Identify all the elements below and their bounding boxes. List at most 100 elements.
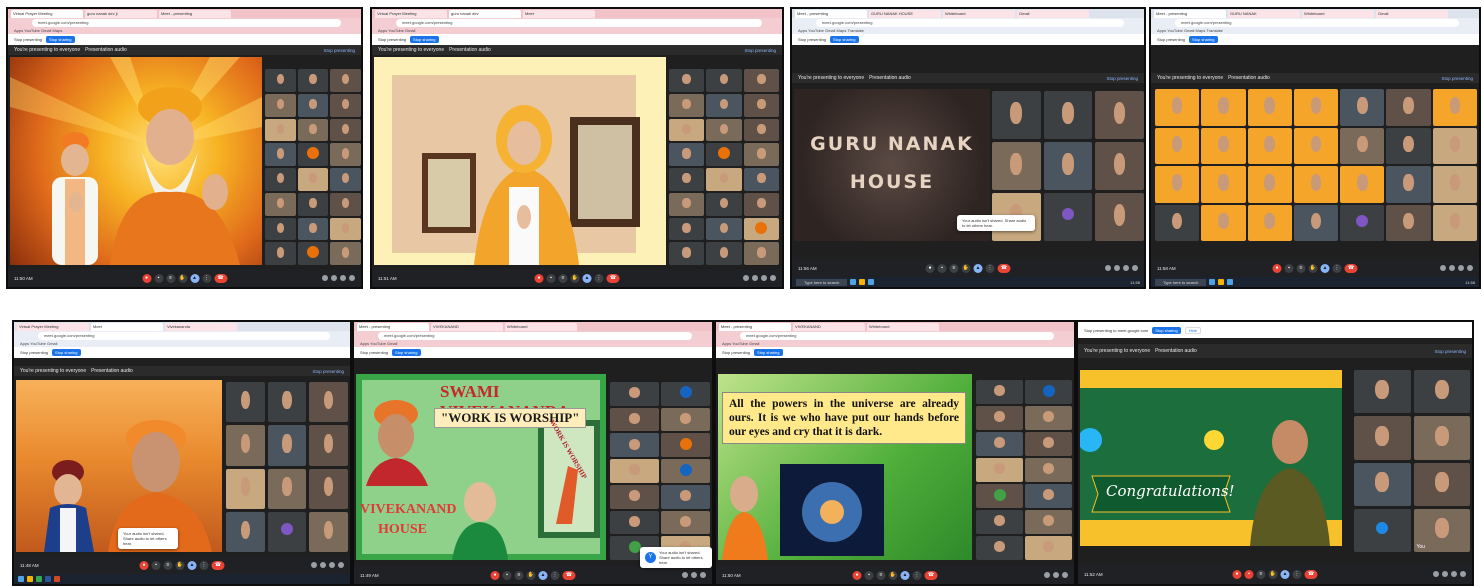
participant-tile[interactable] xyxy=(297,118,329,142)
stop-presenting-button[interactable]: Stop presenting xyxy=(323,48,355,53)
participant-tile[interactable] xyxy=(1386,166,1431,203)
present-icon[interactable]: ▲ xyxy=(900,570,910,580)
participant-tile[interactable] xyxy=(330,242,361,265)
participant-tile[interactable] xyxy=(992,91,1041,139)
info-icon[interactable] xyxy=(311,562,317,568)
stop-sharing-button[interactable]: Stop sharing xyxy=(410,36,439,43)
edge-icon[interactable] xyxy=(868,279,875,285)
raise-hand-icon[interactable]: ✋ xyxy=(570,273,580,283)
self-view-tile[interactable]: You xyxy=(1413,508,1470,552)
participant-tile[interactable] xyxy=(1340,89,1385,126)
participant-tile[interactable] xyxy=(1386,89,1431,126)
address-bar[interactable]: meet.google.com/presenting xyxy=(816,19,1124,27)
activities-icon[interactable] xyxy=(349,275,355,281)
participant-tile[interactable] xyxy=(743,118,779,142)
end-call-icon[interactable]: ☎ xyxy=(606,273,620,283)
participant-tile[interactable] xyxy=(669,242,705,265)
participant-tile[interactable] xyxy=(669,192,705,216)
participant-tile[interactable] xyxy=(976,432,1023,456)
participant-tile[interactable] xyxy=(297,217,329,241)
raise-hand-icon[interactable]: ✋ xyxy=(1308,263,1318,273)
participant-tile[interactable] xyxy=(1247,89,1292,126)
participant-tile[interactable] xyxy=(976,510,1023,534)
end-call-icon[interactable]: ☎ xyxy=(211,560,225,570)
more-options-icon[interactable]: ⋮ xyxy=(912,570,922,580)
present-icon[interactable]: ▲ xyxy=(1320,263,1330,273)
info-icon[interactable] xyxy=(1440,265,1446,271)
captions-icon[interactable]: ≡ xyxy=(876,570,886,580)
browser-tab[interactable]: Meet - presenting xyxy=(357,323,429,331)
browser-tab[interactable]: Whiteboard xyxy=(505,323,577,331)
file-explorer-icon[interactable] xyxy=(850,279,857,285)
people-icon[interactable] xyxy=(1114,265,1120,271)
participant-tile[interactable] xyxy=(297,93,329,117)
activities-icon[interactable] xyxy=(1460,571,1466,577)
browser-tab[interactable]: guru nanak dev xyxy=(449,10,521,18)
file-explorer-icon[interactable] xyxy=(27,576,33,582)
participant-tile[interactable] xyxy=(976,458,1023,482)
participant-tile[interactable] xyxy=(1340,127,1385,164)
participant-tile[interactable] xyxy=(976,536,1023,560)
captions-icon[interactable]: ≡ xyxy=(1256,569,1266,579)
browser-tab[interactable]: Virtual Prayer Meeting xyxy=(11,10,83,18)
info-icon[interactable] xyxy=(1044,572,1050,578)
participant-tile[interactable] xyxy=(1025,406,1072,430)
participant-tile[interactable] xyxy=(661,459,710,483)
browser-tab[interactable]: Virtual Prayer Meeting xyxy=(17,323,89,331)
participant-tile[interactable] xyxy=(1201,166,1246,203)
participant-tile[interactable] xyxy=(1432,127,1477,164)
mic-off-icon[interactable]: ● xyxy=(1232,569,1242,579)
participant-tile[interactable] xyxy=(267,425,307,466)
activities-icon[interactable] xyxy=(1132,265,1138,271)
present-icon[interactable]: ▲ xyxy=(187,560,197,570)
present-icon[interactable]: ▲ xyxy=(582,273,592,283)
participant-tile[interactable] xyxy=(330,118,361,142)
participant-tile[interactable] xyxy=(610,510,659,535)
stop-sharing-button[interactable]: Stop sharing xyxy=(52,349,81,356)
address-bar[interactable]: meet.google.com/presenting xyxy=(396,19,762,27)
participant-tile[interactable] xyxy=(661,433,710,458)
camera-icon[interactable]: ▪ xyxy=(864,570,874,580)
participant-tile[interactable] xyxy=(1354,370,1411,414)
browser-tab[interactable]: Meet xyxy=(523,10,595,18)
participant-tile[interactable] xyxy=(265,168,296,191)
participant-tile[interactable] xyxy=(1025,484,1072,508)
participant-tile[interactable] xyxy=(297,69,329,92)
browser-tab[interactable]: Meet - presenting xyxy=(719,323,791,331)
info-icon[interactable] xyxy=(1433,571,1439,577)
presentation-audio-label[interactable]: Presentation audio xyxy=(449,47,491,53)
participant-tile[interactable] xyxy=(1025,432,1072,456)
mic-off-icon[interactable]: ● xyxy=(852,570,862,580)
more-options-icon[interactable]: ⋮ xyxy=(1292,569,1302,579)
people-icon[interactable] xyxy=(1449,265,1455,271)
edge-icon[interactable] xyxy=(1227,279,1234,285)
captions-icon[interactable]: ≡ xyxy=(558,273,568,283)
participant-tile[interactable] xyxy=(330,143,361,166)
participant-tile[interactable] xyxy=(706,93,742,117)
participant-tile[interactable] xyxy=(1043,142,1093,190)
participant-tile[interactable] xyxy=(669,69,705,92)
participant-tile[interactable] xyxy=(1293,166,1339,203)
participant-tile[interactable] xyxy=(1247,204,1292,241)
audio-share-toast[interactable]: Y Your audio isn't shared. Share audio t… xyxy=(640,547,712,568)
end-call-icon[interactable]: ☎ xyxy=(1344,263,1358,273)
browser-tab[interactable]: GURU NANAK xyxy=(1228,10,1300,18)
participant-tile[interactable] xyxy=(1247,166,1292,203)
participant-tile[interactable] xyxy=(976,380,1023,404)
address-bar[interactable]: meet.google.com/presenting xyxy=(38,332,330,340)
participant-tile[interactable] xyxy=(1043,193,1093,241)
chrome-icon[interactable] xyxy=(36,576,42,582)
present-icon[interactable]: ▲ xyxy=(973,263,983,273)
browser-tab[interactable]: Meet - presenting xyxy=(795,10,867,18)
participant-tile[interactable] xyxy=(309,425,348,466)
participant-tile[interactable] xyxy=(706,143,742,166)
stop-presenting-button[interactable]: Stop presenting xyxy=(1434,349,1466,354)
browser-tab[interactable]: Gmail xyxy=(1376,10,1448,18)
participant-tile[interactable] xyxy=(743,93,779,117)
end-call-icon[interactable]: ☎ xyxy=(562,570,576,580)
participant-tile[interactable] xyxy=(706,168,742,191)
captions-icon[interactable]: ≡ xyxy=(163,560,173,570)
participant-tile[interactable] xyxy=(309,382,348,423)
mic-off-icon[interactable]: ● xyxy=(534,273,544,283)
people-icon[interactable] xyxy=(320,562,326,568)
